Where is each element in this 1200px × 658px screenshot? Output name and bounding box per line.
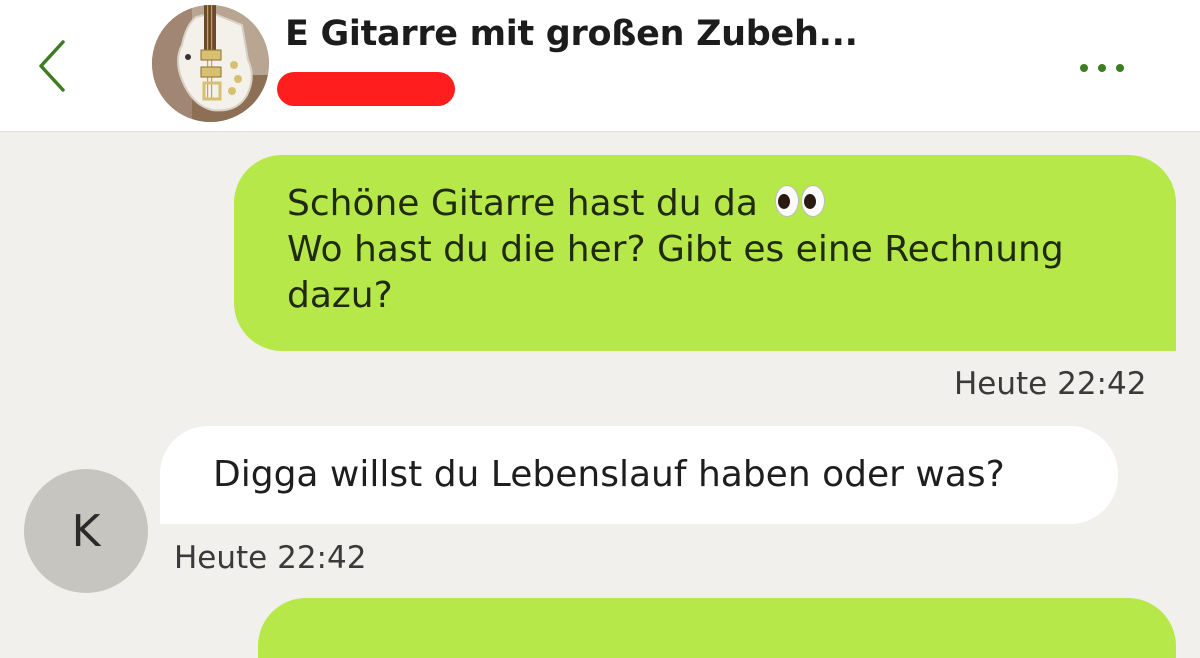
pupil <box>778 194 791 209</box>
more-horizontal-icon <box>1080 64 1088 72</box>
back-button[interactable] <box>28 36 76 96</box>
more-dot <box>1098 64 1106 72</box>
message-text: Schöne Gitarre hast du da <box>287 183 758 224</box>
chat-title[interactable]: E Gitarre mit großen Zubeh... <box>285 14 858 54</box>
eye <box>775 185 800 217</box>
pupil <box>804 194 817 209</box>
listing-thumbnail[interactable] <box>152 5 269 122</box>
eyes-emoji-icon <box>773 183 827 219</box>
sender-avatar[interactable]: K <box>24 469 148 593</box>
more-options-button[interactable] <box>1066 48 1138 88</box>
guitar-photo <box>152 5 269 122</box>
message-text: Digga willst du Lebenslauf haben oder wa… <box>213 454 1005 495</box>
chat-header: E Gitarre mit großen Zubeh... <box>0 0 1200 132</box>
avatar-letter: K <box>71 505 101 557</box>
message-timestamp: Heute 22:42 <box>174 540 367 576</box>
message-timestamp: Heute 22:42 <box>954 366 1147 402</box>
redacted-username <box>277 72 455 106</box>
message-line: Schöne Gitarre hast du da <box>287 181 1124 227</box>
message-bubble-outgoing[interactable] <box>258 598 1176 658</box>
more-dot <box>1116 64 1124 72</box>
eye <box>801 185 826 217</box>
message-line: dazu? <box>287 275 393 316</box>
chevron-left-icon <box>39 40 65 92</box>
message-bubble-outgoing[interactable]: Schöne Gitarre hast du da Wo hast du die… <box>234 155 1176 351</box>
message-bubble-incoming[interactable]: Digga willst du Lebenslauf haben oder wa… <box>160 426 1118 524</box>
message-line: Wo hast du die her? Gibt es eine Rechnun… <box>287 229 1064 270</box>
